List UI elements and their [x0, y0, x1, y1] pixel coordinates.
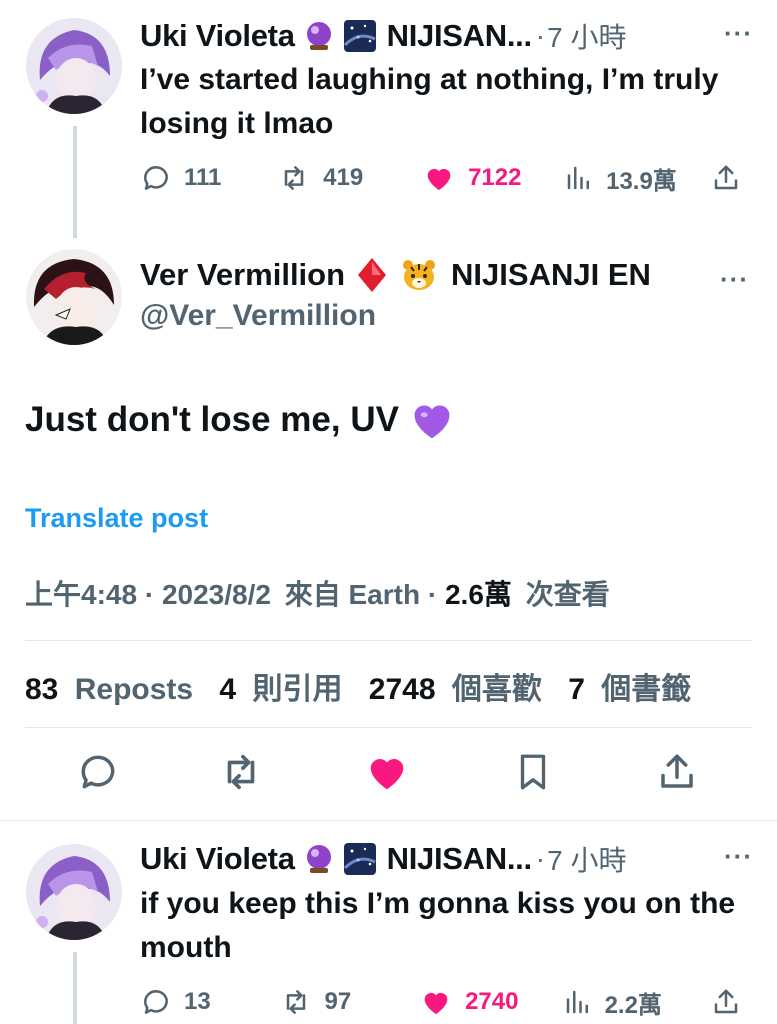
crystal-ball-icon: [303, 20, 335, 52]
main-tweet-actions: [0, 748, 777, 804]
repost-icon: [284, 166, 304, 190]
repost-icon: [227, 754, 255, 790]
meta-separator: ·: [144, 579, 162, 610]
likes-label[interactable]: 個喜歡: [452, 673, 542, 706]
share-icon: [714, 989, 738, 1014]
section-divider: [0, 820, 777, 821]
divider: [25, 727, 752, 728]
affiliation-label: NIJISAN...: [386, 841, 532, 876]
post-time[interactable]: 7 小時: [547, 16, 626, 56]
author-name[interactable]: Uki Violeta: [140, 841, 295, 877]
author-name[interactable]: Uki Violeta: [140, 18, 295, 54]
reply-icon: [144, 166, 168, 190]
share-button[interactable]: [711, 162, 753, 194]
tweet-header: Uki Violeta NIJISAN... · 7 小時 ···: [140, 14, 753, 58]
night-sky-icon: [343, 19, 377, 53]
views-button[interactable]: 2.2萬: [563, 985, 711, 1020]
reply-button[interactable]: [76, 748, 120, 801]
tweet-text: if you keep this I’m gonna kiss you on t…: [140, 887, 736, 964]
tweet-header: Uki Violeta NIJISAN... · 7 小時 ···: [140, 837, 753, 881]
bookmark-icon: [520, 754, 546, 790]
reposts-count[interactable]: 83: [25, 673, 58, 706]
quotes-label[interactable]: 則引用: [252, 673, 342, 706]
views-button[interactable]: 13.9萬: [564, 161, 711, 196]
post-metadata: 上午4:48 · 2023/8/2 來自 Earth · 2.6萬 次查看: [25, 573, 610, 613]
repost-button[interactable]: 419: [277, 162, 422, 194]
separator: ·: [535, 843, 546, 874]
views-count: 2.6萬: [444, 579, 512, 610]
repost-count: 419: [323, 164, 364, 191]
like-button[interactable]: 7122: [422, 162, 564, 194]
likes-count[interactable]: 2748: [369, 673, 436, 706]
affiliation-label: NIJISANJI EN: [451, 257, 651, 292]
thread-connector-line: [73, 126, 77, 238]
reply-button[interactable]: 111: [140, 162, 277, 194]
repost-button[interactable]: [218, 748, 264, 801]
tweet-actions: 13 97 2740 2.2萬: [140, 982, 753, 1022]
post-time[interactable]: 7 小時: [547, 839, 626, 879]
main-tweet-author: Ver Vermillion NIJISANJI EN: [140, 257, 651, 293]
separator: ·: [535, 20, 546, 51]
post-date[interactable]: 2023/8/2: [162, 579, 271, 610]
quotes-count[interactable]: 4: [219, 673, 236, 706]
heart-filled-icon: [370, 759, 404, 790]
heart-filled-icon: [427, 168, 451, 190]
tiger-face-icon: [401, 258, 437, 292]
like-button[interactable]: 2740: [419, 986, 563, 1018]
tweet-text: I’ve started laughing at nothing, I’m tr…: [140, 63, 719, 140]
post-source: 來自 Earth: [284, 579, 421, 610]
author-handle[interactable]: @Ver_Vermillion: [140, 299, 376, 333]
more-options-icon[interactable]: ···: [724, 18, 753, 49]
bar-chart-icon: [566, 990, 588, 1014]
bookmarks-count[interactable]: 7: [568, 673, 585, 706]
reply-count: 13: [184, 988, 211, 1015]
reposts-label[interactable]: Reposts: [75, 673, 193, 706]
like-button[interactable]: [364, 748, 410, 801]
bookmark-button[interactable]: [512, 748, 554, 801]
crystal-ball-icon: [303, 843, 335, 875]
engagement-stats: 83 Reposts 4 則引用 2748 個喜歡 7 個書籤: [25, 664, 709, 708]
reply-icon: [144, 990, 168, 1014]
night-sky-icon: [343, 842, 377, 876]
red-diamond-icon: [357, 257, 387, 293]
heart-filled-icon: [424, 992, 448, 1014]
tweet-text: Just don't lose me, UV: [25, 400, 399, 439]
tweet-actions: 111 419 7122 13.9萬: [140, 158, 753, 198]
reply-button[interactable]: 13: [140, 986, 279, 1018]
like-count: 7122: [468, 164, 522, 191]
repost-button[interactable]: 97: [279, 986, 420, 1018]
purple-heart-icon: [411, 400, 453, 440]
share-button[interactable]: [656, 748, 698, 801]
reply-count: 111: [184, 164, 222, 191]
views-count: 2.2萬: [604, 991, 662, 1019]
avatar-uki-violeta[interactable]: [26, 18, 122, 114]
repost-count: 97: [324, 988, 352, 1015]
reply-icon: [81, 755, 115, 789]
bar-chart-icon: [567, 166, 590, 190]
repost-icon: [286, 990, 305, 1014]
main-tweet-text: Just don't lose me, UV: [25, 400, 453, 440]
more-options-icon[interactable]: ···: [724, 841, 753, 872]
bookmarks-label[interactable]: 個書籤: [601, 673, 691, 706]
share-icon: [714, 165, 738, 190]
avatar-ver-vermillion[interactable]: [26, 249, 122, 345]
affiliation-label: NIJISAN...: [386, 18, 532, 53]
post-time[interactable]: 上午4:48: [25, 579, 137, 610]
divider: [25, 640, 752, 641]
like-count: 2740: [465, 988, 519, 1015]
more-options-icon[interactable]: ···: [720, 264, 749, 295]
share-icon: [661, 754, 693, 788]
translate-post-link[interactable]: Translate post: [25, 503, 208, 534]
views-count: 13.9萬: [606, 167, 677, 195]
thread-connector-line: [73, 952, 77, 1024]
author-name[interactable]: Ver Vermillion: [140, 257, 345, 293]
views-label: 次查看: [525, 579, 610, 610]
share-button[interactable]: [711, 986, 753, 1018]
avatar-uki-violeta[interactable]: [26, 844, 122, 940]
meta-separator: ·: [427, 579, 445, 610]
